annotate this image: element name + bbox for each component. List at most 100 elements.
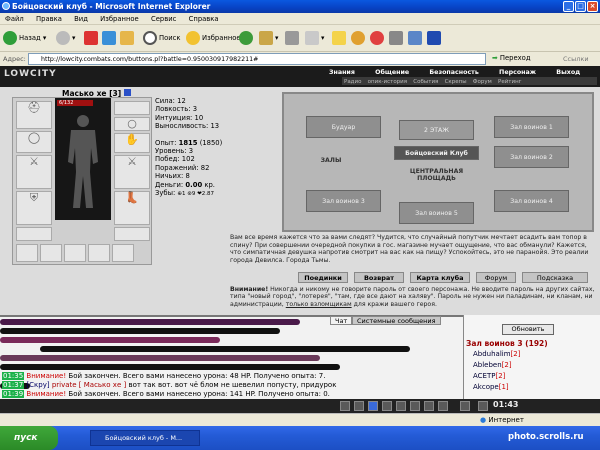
tab-chat[interactable]: Общение <box>366 69 418 76</box>
maximize-button[interactable]: □ <box>575 1 586 12</box>
gloves-slot[interactable]: ✋ <box>114 133 150 153</box>
subtab-radio[interactable]: Радио <box>342 79 363 85</box>
room-boudoir[interactable]: Будуар <box>306 116 381 138</box>
bluetooth-button[interactable] <box>427 30 443 46</box>
chat-tool-icon[interactable] <box>354 401 364 411</box>
chat-tool-icon[interactable] <box>460 401 470 411</box>
label-central-square: ЦЕНТРАЛЬНАЯ ПЛОЩАДЬ <box>409 168 464 182</box>
edit-button[interactable]: ▾ <box>305 30 324 46</box>
legs-slot[interactable] <box>114 227 150 241</box>
item-slot-3[interactable] <box>64 244 86 262</box>
menu-bar: Файл Правка Вид Избранное Сервис Справка <box>0 13 600 25</box>
chat-line: 01:35 Внимание! Бой закончен. Всего вами… <box>2 372 326 380</box>
hint-button[interactable]: Подсказка <box>522 272 588 283</box>
tab-security[interactable]: Безопасность <box>420 69 487 76</box>
shield-slot[interactable]: ⚔ <box>114 155 150 189</box>
weapon-slot[interactable]: ⚔ <box>16 155 52 189</box>
refresh-button[interactable]: Обновить <box>502 324 554 335</box>
tool-button[interactable] <box>408 30 424 46</box>
helmet-slot[interactable]: ⛑ <box>16 101 52 129</box>
tab-chat-main[interactable]: Чат <box>330 316 353 325</box>
forum-button[interactable]: Форум <box>476 272 516 283</box>
list-item[interactable]: Ableben[2] <box>473 361 512 369</box>
chat-tool-icon[interactable] <box>382 401 392 411</box>
subtab-forum[interactable]: Форум <box>471 79 494 85</box>
game-clock: 01:43 <box>493 400 519 409</box>
tab-system-messages[interactable]: Системные сообщения <box>352 316 441 325</box>
tab-character[interactable]: Персонаж <box>490 69 545 76</box>
chat-tool-icon[interactable] <box>340 401 350 411</box>
windows-taskbar: пуск Бойцовский клуб - M... photo.scroll… <box>0 426 600 450</box>
room-hall-5[interactable]: Зал воинов 5 <box>399 202 474 224</box>
item-slot-2[interactable] <box>40 244 62 262</box>
list-item[interactable]: ACETP[2] <box>473 372 505 380</box>
belt-slot[interactable] <box>16 227 52 241</box>
note-button[interactable] <box>332 30 348 46</box>
chat-tool-icon[interactable] <box>424 401 434 411</box>
refresh-button[interactable] <box>102 30 118 46</box>
chat-line: 01:37 [Скру] private [ Масько хе ] вот т… <box>2 381 337 389</box>
tab-exit[interactable]: Выход <box>547 69 589 76</box>
at-button[interactable] <box>370 30 386 46</box>
info-icon[interactable] <box>123 89 131 96</box>
stat-money: Деньги: 0.00 кр. <box>155 180 215 189</box>
messenger-button[interactable] <box>351 30 367 46</box>
subtab-events[interactable]: События <box>411 79 440 85</box>
chat-tool-icon[interactable] <box>368 401 378 411</box>
history-button[interactable] <box>239 30 255 46</box>
forward-button[interactable]: ▾ <box>56 30 75 46</box>
item-slot-5[interactable] <box>112 244 134 262</box>
subtab-rating[interactable]: Рейтинг <box>496 79 524 85</box>
armor-slot[interactable]: ⛨ <box>16 191 52 225</box>
bluetooth-icon <box>427 31 441 45</box>
minimize-button[interactable]: _ <box>563 1 574 12</box>
ring-slot-1[interactable] <box>114 101 150 115</box>
room-hall-4[interactable]: Зал воинов 4 <box>494 190 569 212</box>
go-button[interactable]: ➡ Переход <box>492 54 531 62</box>
home-button[interactable] <box>120 30 136 46</box>
address-input[interactable]: http://lowcity.combats.com/buttons.pl?ba… <box>28 53 486 65</box>
menu-view[interactable]: Вид <box>69 13 93 23</box>
item-slot-1[interactable] <box>16 244 38 262</box>
favorites-button[interactable]: Избранное <box>186 30 241 46</box>
chat-tool-icon[interactable] <box>396 401 406 411</box>
links-button[interactable]: Ссылки <box>563 55 589 63</box>
start-button[interactable]: пуск <box>0 426 58 450</box>
warning-link[interactable]: только взломщикам <box>286 301 352 308</box>
chat-tool-icon[interactable] <box>438 401 448 411</box>
chat-tool-icon[interactable] <box>410 401 420 411</box>
return-button[interactable]: Возврат <box>354 272 404 283</box>
print-button[interactable] <box>285 30 301 46</box>
close-button[interactable]: × <box>587 1 598 12</box>
back-button[interactable]: Назад ▾ <box>3 30 46 46</box>
list-item[interactable]: Akcope[1] <box>473 383 509 391</box>
list-item[interactable]: Abduhalim[2] <box>473 350 520 358</box>
taskbar-item-ie[interactable]: Бойцовский клуб - M... <box>90 430 200 446</box>
tab-knowledge[interactable]: Знания <box>320 69 364 76</box>
chat-tool-icon[interactable] <box>478 401 488 411</box>
fights-button[interactable]: Поединки <box>298 272 348 283</box>
chat-line: 01:39 Внимание! Бой закончен. Всего вами… <box>2 390 330 398</box>
item-slot-4[interactable] <box>88 244 110 262</box>
boots-slot[interactable]: 👢 <box>114 191 150 225</box>
menu-help[interactable]: Справка <box>184 13 224 23</box>
room-fight-club[interactable]: Бойцовский Клуб <box>394 146 479 160</box>
menu-favorites[interactable]: Избранное <box>95 13 144 23</box>
ring-slot-2[interactable]: ○ <box>114 117 150 131</box>
room-hall-3[interactable]: Зал воинов 3 <box>306 190 381 212</box>
menu-file[interactable]: Файл <box>0 13 29 23</box>
search-button[interactable]: Поиск <box>143 30 181 46</box>
club-map-button[interactable]: Карта клуба <box>410 272 470 283</box>
menu-tools[interactable]: Сервис <box>146 13 181 23</box>
menu-edit[interactable]: Правка <box>31 13 67 23</box>
print-icon <box>285 31 299 45</box>
room-hall-1[interactable]: Зал воинов 1 <box>494 116 569 138</box>
mail-button[interactable]: ▾ <box>259 30 278 46</box>
room-floor-2[interactable]: 2 ЭТАЖ <box>399 120 474 140</box>
subtab-history[interactable]: опик-история <box>366 79 409 85</box>
research-button[interactable] <box>389 30 405 46</box>
stop-button[interactable] <box>84 30 100 46</box>
subtab-scrolls[interactable]: Скрепы <box>443 79 469 85</box>
room-hall-2[interactable]: Зал воинов 2 <box>494 146 569 168</box>
amulet-slot[interactable]: ◯ <box>16 131 52 153</box>
